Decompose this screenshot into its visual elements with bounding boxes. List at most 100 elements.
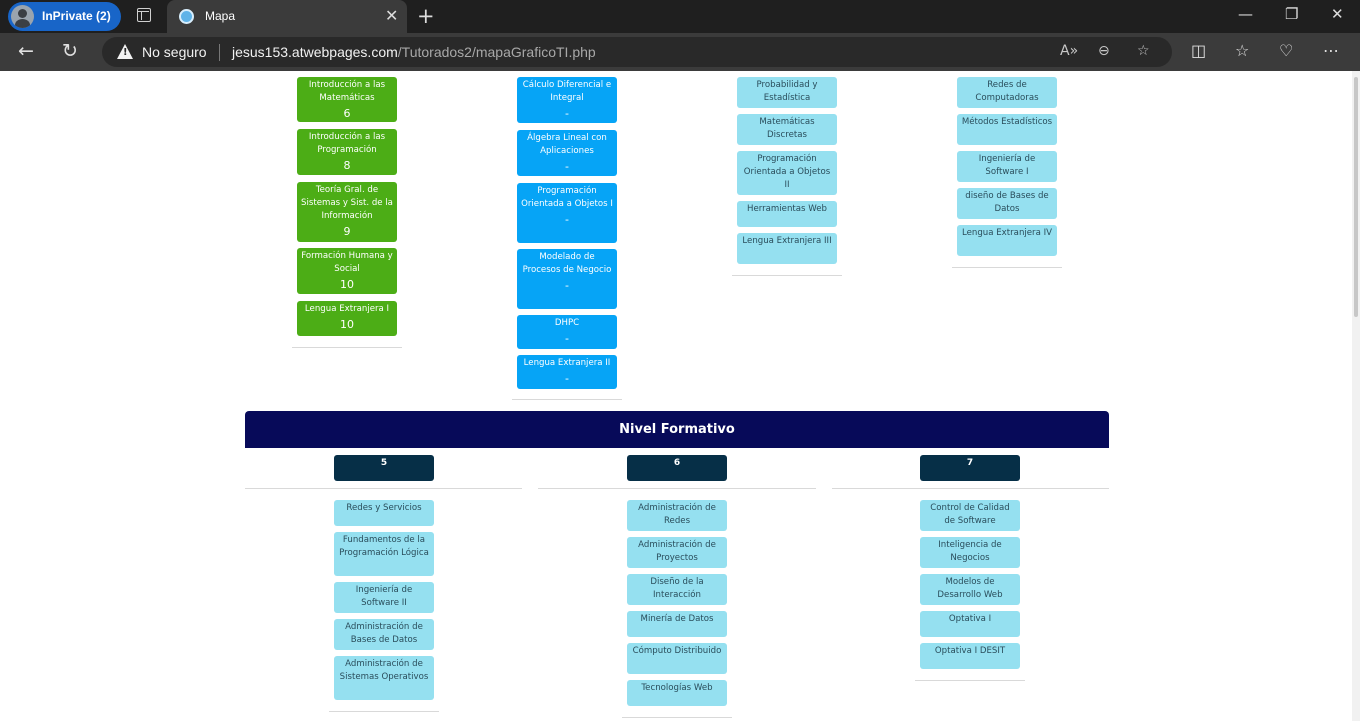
inprivate-label: InPrivate (2) xyxy=(42,9,111,23)
column-divider xyxy=(732,275,842,276)
subject-card[interactable]: Formación Humana y Social 10 xyxy=(297,248,397,294)
subject-label: Programación Orientada a Objetos II xyxy=(743,154,831,190)
subject-label: Ingeniería de Software I xyxy=(978,154,1036,177)
section-title: Nivel Formativo xyxy=(245,411,1109,448)
subject-card[interactable]: Administración de Redes xyxy=(627,500,727,531)
subject-grade: 10 xyxy=(340,318,354,331)
subject-grade: - xyxy=(565,372,569,385)
subject-card[interactable]: Matemáticas Discretas xyxy=(737,114,837,145)
site-favicon-icon xyxy=(179,9,194,24)
subject-grade: 6 xyxy=(343,107,351,120)
address-bar[interactable]: No seguro jesus153.atwebpages.com/Tutora… xyxy=(102,37,1172,67)
subject-card[interactable]: Administración de Sistemas Operativos xyxy=(334,656,434,700)
subject-card[interactable]: Fundamentos de la Programación Lógica xyxy=(334,532,434,576)
subject-label: Lengua Extranjera I xyxy=(304,304,390,314)
subject-label: Formación Humana y Social xyxy=(301,251,393,274)
subject-card[interactable]: Lengua Extranjera II - xyxy=(517,355,617,389)
subject-card[interactable]: Redes y Servicios xyxy=(334,500,434,526)
subject-card[interactable]: Álgebra Lineal con Aplicaciones - xyxy=(517,130,617,176)
subject-card[interactable]: Control de Calidad de Software xyxy=(920,500,1020,531)
split-screen-icon[interactable]: ◫ xyxy=(1191,41,1206,60)
subject-card[interactable]: Modelado de Procesos de Negocio - xyxy=(517,249,617,309)
column-divider xyxy=(915,680,1025,681)
subject-label: Lengua Extranjera III xyxy=(742,236,832,246)
subject-card[interactable]: Lengua Extranjera III xyxy=(737,233,837,264)
subject-card[interactable]: DHPC - xyxy=(517,315,617,349)
subject-card[interactable]: Cálculo Diferencial e Integral - xyxy=(517,77,617,123)
back-icon[interactable]: ← xyxy=(18,40,34,62)
subject-card[interactable]: Ingeniería de Software II xyxy=(334,582,434,613)
subject-card[interactable]: Programación Orientada a Objetos I - xyxy=(517,183,617,243)
subject-grade: - xyxy=(565,107,569,120)
subject-label: Cómputo Distribuido xyxy=(632,646,722,656)
favorite-star-icon[interactable]: ☆ xyxy=(1137,43,1150,59)
profile-avatar-icon xyxy=(11,5,34,28)
more-menu-icon[interactable]: ⋯ xyxy=(1323,41,1339,60)
subject-card[interactable]: Administración de Proyectos xyxy=(627,537,727,568)
subject-card[interactable]: Cómputo Distribuido xyxy=(627,643,727,674)
subject-label: Introducción a las Programación xyxy=(308,132,386,155)
tab-mapa[interactable]: Mapa ✕ xyxy=(167,0,407,33)
subject-card[interactable]: Herramientas Web xyxy=(737,201,837,227)
subject-card[interactable]: Métodos Estadísticos xyxy=(957,114,1057,145)
read-aloud-icon[interactable]: A» xyxy=(1060,43,1078,59)
subject-card[interactable]: Inteligencia de Negocios xyxy=(920,537,1020,568)
subject-label: Modelado de Procesos de Negocio xyxy=(522,252,612,275)
subject-card[interactable]: Teoría Gral. de Sistemas y Sist. de la I… xyxy=(297,182,397,242)
tab-actions-icon[interactable] xyxy=(137,8,151,22)
subject-label: Teoría Gral. de Sistemas y Sist. de la I… xyxy=(301,185,393,221)
subject-label: Administración de Sistemas Operativos xyxy=(339,659,429,682)
subject-label: Álgebra Lineal con Aplicaciones xyxy=(527,133,607,156)
subject-card[interactable]: Introducción a las Matemáticas 6 xyxy=(297,77,397,122)
window-close-icon[interactable]: ✕ xyxy=(1331,5,1344,23)
subject-card[interactable]: Programación Orientada a Objetos II xyxy=(737,151,837,195)
subject-card[interactable]: Diseño de la Interacción xyxy=(627,574,727,605)
page-scrollbar[interactable] xyxy=(1352,71,1360,721)
subject-card[interactable]: Administración de Bases de Datos xyxy=(334,619,434,650)
tab-title: Mapa xyxy=(205,9,236,23)
subject-card[interactable]: Probabilidad y Estadística xyxy=(737,77,837,108)
restore-icon[interactable]: ❐ xyxy=(1285,5,1298,23)
favorites-icon[interactable]: ☆ xyxy=(1235,41,1249,60)
subject-card[interactable]: Lengua Extranjera I 10 xyxy=(297,301,397,336)
subject-card[interactable]: Optativa I DESIT xyxy=(920,643,1020,669)
browser-essentials-icon[interactable]: ♡ xyxy=(1279,41,1293,60)
subject-card[interactable]: Optativa I xyxy=(920,611,1020,637)
tab-strip: InPrivate (2) Mapa ✕ + — ❐ ✕ xyxy=(0,0,1360,33)
url-text[interactable]: jesus153.atwebpages.com/Tutorados2/mapaG… xyxy=(232,44,596,60)
subject-label: Introducción a las Matemáticas xyxy=(308,80,386,103)
subject-label: Redes y Servicios xyxy=(346,503,422,513)
warning-icon[interactable] xyxy=(117,44,133,59)
subject-card[interactable]: Lengua Extranjera IV xyxy=(957,225,1057,256)
subject-label: Administración de Redes xyxy=(638,503,716,526)
subject-card[interactable]: Minería de Datos xyxy=(627,611,727,637)
column-divider xyxy=(952,267,1062,268)
divider xyxy=(219,44,220,61)
subject-card[interactable]: Ingeniería de Software I xyxy=(957,151,1057,182)
navigation-toolbar: ← ↻ No seguro jesus153.atwebpages.com/Tu… xyxy=(0,33,1360,71)
security-label[interactable]: No seguro xyxy=(142,44,207,60)
subject-label: Tecnologías Web xyxy=(641,683,713,693)
minimize-icon[interactable]: — xyxy=(1238,5,1253,23)
scrollbar-thumb[interactable] xyxy=(1354,77,1358,317)
column-divider xyxy=(292,347,402,348)
inprivate-profile-button[interactable]: InPrivate (2) xyxy=(8,2,121,31)
semester-divider xyxy=(538,488,816,489)
close-tab-icon[interactable]: ✕ xyxy=(385,6,398,25)
semester-divider xyxy=(832,488,1109,489)
zoom-icon[interactable]: ⊖ xyxy=(1098,43,1110,59)
subject-grade: 9 xyxy=(343,225,351,238)
subject-label: Administración de Bases de Datos xyxy=(345,622,423,645)
page-content: Introducción a las Matemáticas 6 Introdu… xyxy=(0,71,1360,721)
subject-label: Lengua Extranjera II xyxy=(523,358,611,368)
subject-card[interactable]: Tecnologías Web xyxy=(627,680,727,706)
subject-grade: 10 xyxy=(340,278,354,291)
subject-card[interactable]: diseño de Bases de Datos xyxy=(957,188,1057,219)
subject-card[interactable]: Redes de Computadoras xyxy=(957,77,1057,108)
subject-label: Optativa I xyxy=(948,614,992,624)
subject-card[interactable]: Modelos de Desarrollo Web xyxy=(920,574,1020,605)
reload-icon[interactable]: ↻ xyxy=(62,40,78,62)
new-tab-icon[interactable]: + xyxy=(417,4,435,28)
subject-card[interactable]: Introducción a las Programación 8 xyxy=(297,129,397,175)
column-divider xyxy=(622,717,732,718)
